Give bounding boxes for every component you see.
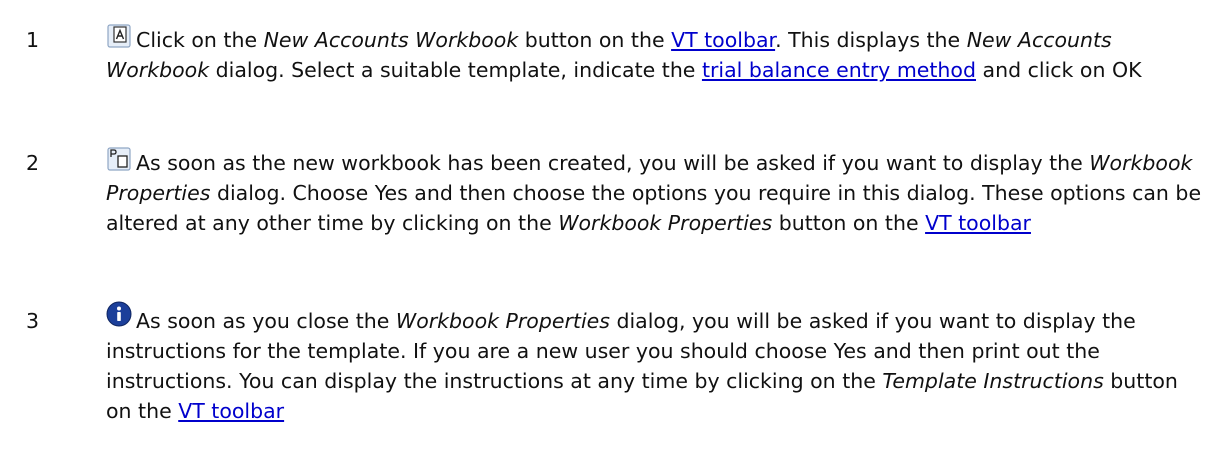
- step-text-fragment: button on the: [518, 28, 672, 52]
- help-link[interactable]: trial balance entry method: [702, 58, 976, 82]
- step-text-fragment: button on the: [772, 211, 926, 235]
- emphasized-term: Template Instructions: [882, 369, 1104, 393]
- help-link[interactable]: VT toolbar: [671, 28, 775, 52]
- step-text-fragment: and click on OK: [976, 58, 1142, 82]
- step-number: 2: [26, 151, 40, 175]
- step-number: 3: [26, 309, 40, 333]
- step-text-fragment: . This displays the: [775, 28, 967, 52]
- step-number: 1: [26, 28, 40, 52]
- help-link[interactable]: VT toolbar: [925, 211, 1031, 235]
- step-text-fragment: Click on the: [136, 28, 264, 52]
- step-text-fragment: As soon as you close the: [136, 309, 396, 333]
- step-text: As soon as the new workbook has been cre…: [106, 148, 1206, 238]
- step-text: As soon as you close the Workbook Proper…: [106, 306, 1206, 426]
- emphasized-term: Workbook Properties: [558, 211, 773, 235]
- step-text-fragment: dialog. Select a suitable template, indi…: [209, 58, 702, 82]
- emphasized-term: New Accounts Workbook: [263, 28, 519, 52]
- step-text-fragment: As soon as the new workbook has been cre…: [136, 151, 1090, 175]
- emphasized-term: Workbook Properties: [395, 309, 610, 333]
- step-text: Click on the New Accounts Workbook butto…: [106, 25, 1206, 85]
- help-link[interactable]: VT toolbar: [178, 399, 284, 423]
